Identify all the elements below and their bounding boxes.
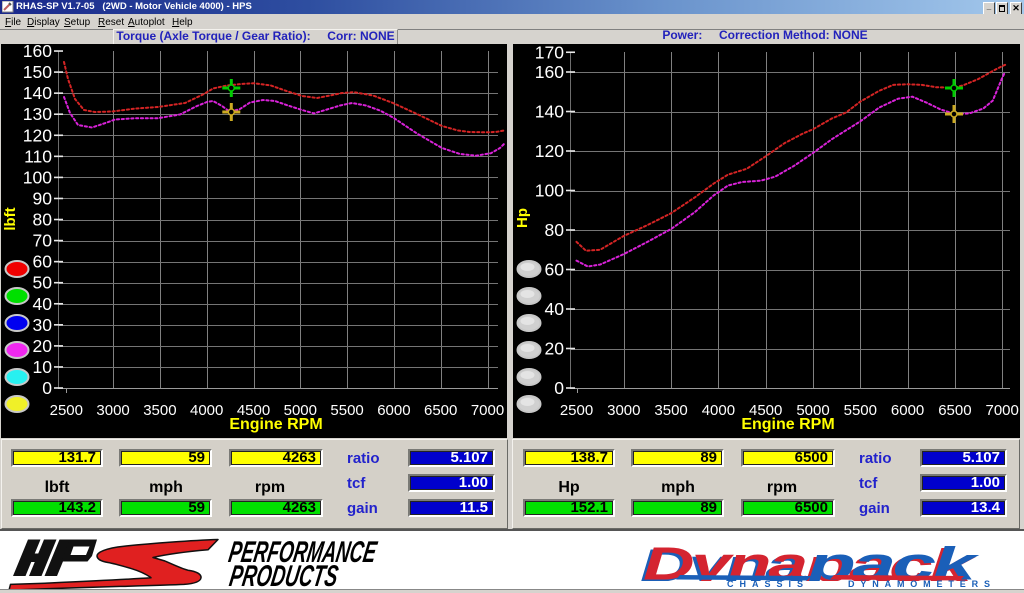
svg-text:140: 140 [23, 83, 52, 103]
svg-text:Hp: Hp [514, 208, 531, 228]
svg-text:70: 70 [33, 231, 53, 251]
svg-text:40: 40 [545, 299, 565, 319]
svg-text:20: 20 [545, 339, 565, 359]
svg-text:60: 60 [33, 252, 53, 272]
svg-text:120: 120 [535, 141, 564, 161]
svg-text:40: 40 [33, 294, 53, 314]
svg-text:7000: 7000 [986, 402, 1019, 419]
svg-text:7000: 7000 [471, 402, 504, 419]
svg-text:0: 0 [554, 378, 564, 398]
svg-text:4000: 4000 [190, 402, 223, 419]
svg-text:DYNAMOMETERS: DYNAMOMETERS [848, 579, 994, 589]
svg-text:5500: 5500 [844, 402, 877, 419]
svg-text:130: 130 [23, 104, 52, 124]
svg-text:80: 80 [33, 210, 53, 230]
svg-text:3000: 3000 [96, 402, 129, 419]
svg-text:6000: 6000 [891, 402, 924, 419]
svg-text:170: 170 [535, 44, 564, 62]
svg-text:6500: 6500 [424, 402, 457, 419]
svg-text:100: 100 [535, 181, 564, 201]
svg-text:3000: 3000 [607, 402, 640, 419]
svg-text:Engine RPM: Engine RPM [741, 416, 834, 433]
svg-text:160: 160 [23, 44, 52, 61]
svg-text:4000: 4000 [702, 402, 735, 419]
svg-text:6500: 6500 [938, 402, 971, 419]
svg-text:100: 100 [23, 167, 52, 187]
svg-text:90: 90 [33, 188, 53, 208]
svg-text:2500: 2500 [50, 402, 83, 419]
svg-text:120: 120 [23, 125, 52, 145]
svg-text:30: 30 [33, 315, 53, 335]
svg-text:3500: 3500 [654, 402, 687, 419]
svg-text:110: 110 [24, 146, 52, 166]
svg-text:60: 60 [545, 260, 565, 280]
svg-text:150: 150 [23, 62, 52, 82]
svg-text:5500: 5500 [330, 402, 363, 419]
svg-text:Engine RPM: Engine RPM [229, 416, 322, 433]
svg-text:20: 20 [33, 336, 53, 356]
svg-text:2500: 2500 [560, 402, 593, 419]
svg-text:PRODUCTS: PRODUCTS [227, 560, 341, 589]
svg-text:lbft: lbft [2, 207, 19, 230]
svg-text:140: 140 [535, 102, 564, 122]
svg-text:80: 80 [545, 220, 565, 240]
svg-text:10: 10 [33, 357, 53, 377]
svg-text:0: 0 [42, 378, 52, 398]
svg-text:3500: 3500 [143, 402, 176, 419]
svg-text:CHASSIS: CHASSIS [727, 579, 809, 589]
svg-text:50: 50 [33, 273, 53, 293]
svg-text:160: 160 [535, 62, 564, 82]
svg-text:6000: 6000 [377, 402, 410, 419]
